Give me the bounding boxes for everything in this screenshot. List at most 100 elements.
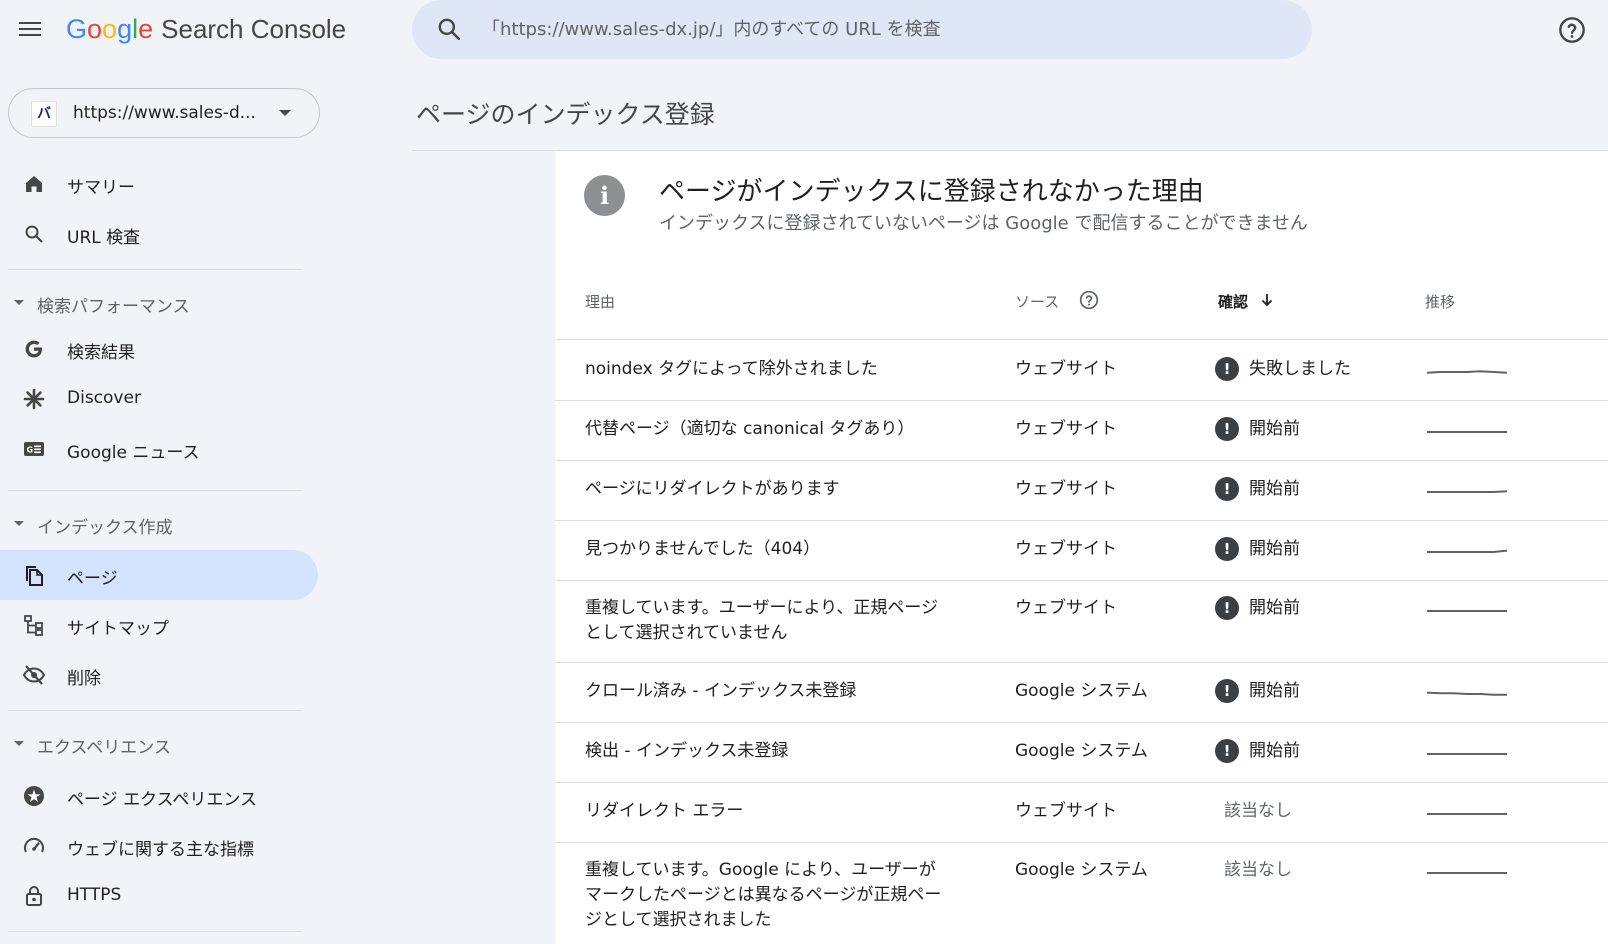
section-indexing[interactable]: インデックス作成	[0, 509, 318, 539]
table-row[interactable]: クロール済み - インデックス未登録 Google システム! 開始前	[555, 662, 1608, 722]
sidebar-item-label: 検索結果	[67, 343, 135, 363]
section-experience[interactable]: エクスペリエンス	[0, 729, 318, 759]
card-title: ページがインデックスに登録されなかった理由	[659, 177, 1204, 207]
trend-sparkline	[1427, 753, 1507, 755]
top-bar: Google Search Console	[0, 0, 1608, 62]
table-row[interactable]: noindex タグによって除外されました ウェブサイト! 失敗しました	[555, 340, 1608, 400]
trend-sparkline	[1427, 490, 1508, 493]
logo-letter: e	[138, 14, 154, 44]
column-header-trend[interactable]: 推移	[1425, 291, 1455, 312]
divider	[8, 931, 302, 932]
sidebar-item-https[interactable]: HTTPS	[0, 871, 318, 921]
sidebar-item-discover[interactable]: Discover	[0, 374, 318, 424]
sidebar-item-label: サマリー	[67, 178, 135, 198]
property-selector[interactable]: バ https://www.sales-d...	[8, 88, 320, 138]
sidebar-item-core-web-vitals[interactable]: ウェブに関する主な指標	[0, 821, 318, 871]
section-label: 検索パフォーマンス	[37, 297, 190, 317]
validation-status: 失敗しました	[1249, 359, 1351, 379]
table-row[interactable]: 検出 - インデックス未登録 Google システム! 開始前	[555, 722, 1608, 782]
experience-icon	[24, 786, 44, 806]
source-cell: Google システム	[1015, 681, 1148, 701]
sidebar-item-pages[interactable]: ページ	[0, 550, 318, 600]
column-header-source[interactable]: ソース	[1015, 291, 1059, 312]
validation-status: 開始前	[1249, 598, 1300, 618]
search-input[interactable]	[482, 10, 1282, 48]
property-logo: バ	[31, 101, 57, 127]
reason-cell: クロール済み - インデックス未登録	[585, 681, 857, 701]
property-url: https://www.sales-d...	[73, 103, 256, 123]
sitemap-icon	[24, 615, 43, 636]
sidebar-item-label: サイトマップ	[67, 619, 169, 639]
product-name: Search Console	[161, 14, 347, 44]
sidebar-item-summary[interactable]: サマリー	[0, 159, 318, 209]
validation-status: 開始前	[1249, 681, 1300, 701]
menu-icon[interactable]	[19, 19, 45, 41]
source-cell: ウェブサイト	[1015, 801, 1117, 821]
page-title: ページのインデックス登録	[416, 100, 715, 129]
table-row[interactable]: 代替ページ（適切な canonical タグあり） ウェブサイト! 開始前	[555, 400, 1608, 460]
reason-cell: 見つかりませんでした（404）	[585, 539, 821, 559]
trend-sparkline	[1426, 691, 1507, 696]
divider	[8, 710, 302, 711]
validation-status: 該当なし	[1224, 860, 1292, 880]
column-header-reason[interactable]: 理由	[585, 291, 615, 312]
search-icon	[25, 225, 43, 243]
home-icon	[26, 176, 42, 192]
sidebar-item-label: ページ エクスペリエンス	[67, 790, 258, 810]
trend-sparkline	[1427, 813, 1507, 815]
trend-sparkline	[1427, 610, 1507, 612]
google-g-icon	[25, 340, 42, 358]
sidebar-item-url-inspection[interactable]: URL 検査	[0, 209, 318, 259]
trend-sparkline	[1427, 431, 1507, 433]
sort-arrow-down-icon[interactable]	[1259, 292, 1275, 308]
product-logo[interactable]: Google Search Console	[66, 14, 346, 45]
source-cell: ウェブサイト	[1015, 359, 1117, 379]
sidebar-item-sitemaps[interactable]: サイトマップ	[0, 600, 318, 650]
alert-icon: !	[1215, 596, 1239, 620]
validation-status: 開始前	[1249, 479, 1300, 499]
logo-letter: o	[87, 14, 103, 44]
info-icon: i	[584, 175, 625, 216]
source-cell: ウェブサイト	[1015, 479, 1117, 499]
sidebar-item-page-experience[interactable]: ページ エクスペリエンス	[0, 771, 318, 821]
divider	[8, 490, 302, 491]
sidebar-item-search-results[interactable]: 検索結果	[0, 324, 318, 374]
sidebar-item-label: 削除	[67, 669, 101, 689]
validation-status: 開始前	[1249, 539, 1300, 559]
section-label: エクスペリエンス	[37, 738, 171, 758]
trend-sparkline	[1427, 872, 1507, 874]
help-icon[interactable]	[1558, 16, 1586, 44]
url-inspection-search[interactable]	[412, 0, 1312, 59]
lock-icon	[26, 886, 42, 906]
table-row[interactable]: 重複しています。Google により、ユーザーがマークしたページとは異なるページ…	[555, 842, 1608, 944]
table-row[interactable]: 重複しています。ユーザーにより、正規ページとして選択されていません ウェブサイト!…	[555, 580, 1608, 662]
sidebar-item-removals[interactable]: 削除	[0, 650, 318, 700]
alert-icon: !	[1215, 679, 1239, 703]
source-cell: Google システム	[1015, 741, 1148, 761]
reason-cell: リダイレクト エラー	[585, 801, 744, 821]
validation-status: 該当なし	[1224, 801, 1292, 821]
sidebar-item-label: ウェブに関する主な指標	[67, 840, 254, 860]
help-icon[interactable]	[1079, 290, 1099, 310]
sidebar-item-google-news[interactable]: G Google ニュース	[0, 424, 318, 474]
trend-sparkline	[1427, 549, 1508, 553]
trend-line	[1427, 490, 1508, 493]
section-search-performance[interactable]: 検索パフォーマンス	[0, 288, 318, 318]
sidebar-item-label: ページ	[67, 569, 118, 589]
dropdown-arrow-icon	[279, 110, 291, 116]
source-cell: ウェブサイト	[1015, 539, 1117, 559]
sidebar-item-label: HTTPS	[67, 885, 122, 905]
table-row[interactable]: ページにリダイレクトがあります ウェブサイト! 開始前	[555, 460, 1608, 520]
column-header-validation[interactable]: 確認	[1218, 291, 1248, 312]
search-icon	[438, 18, 461, 41]
asterisk-icon	[23, 388, 45, 410]
collapse-arrow-icon	[14, 300, 24, 305]
table-row[interactable]: 見つかりませんでした（404） ウェブサイト! 開始前	[555, 520, 1608, 580]
trend-line	[1426, 370, 1508, 374]
trend-line	[1426, 691, 1507, 696]
alert-icon: !	[1215, 537, 1239, 561]
table-row[interactable]: リダイレクト エラー ウェブサイト 該当なし	[555, 782, 1608, 842]
svg-text:G: G	[27, 446, 34, 455]
collapse-arrow-icon	[14, 521, 24, 526]
reason-cell: 代替ページ（適切な canonical タグあり）	[585, 419, 915, 439]
